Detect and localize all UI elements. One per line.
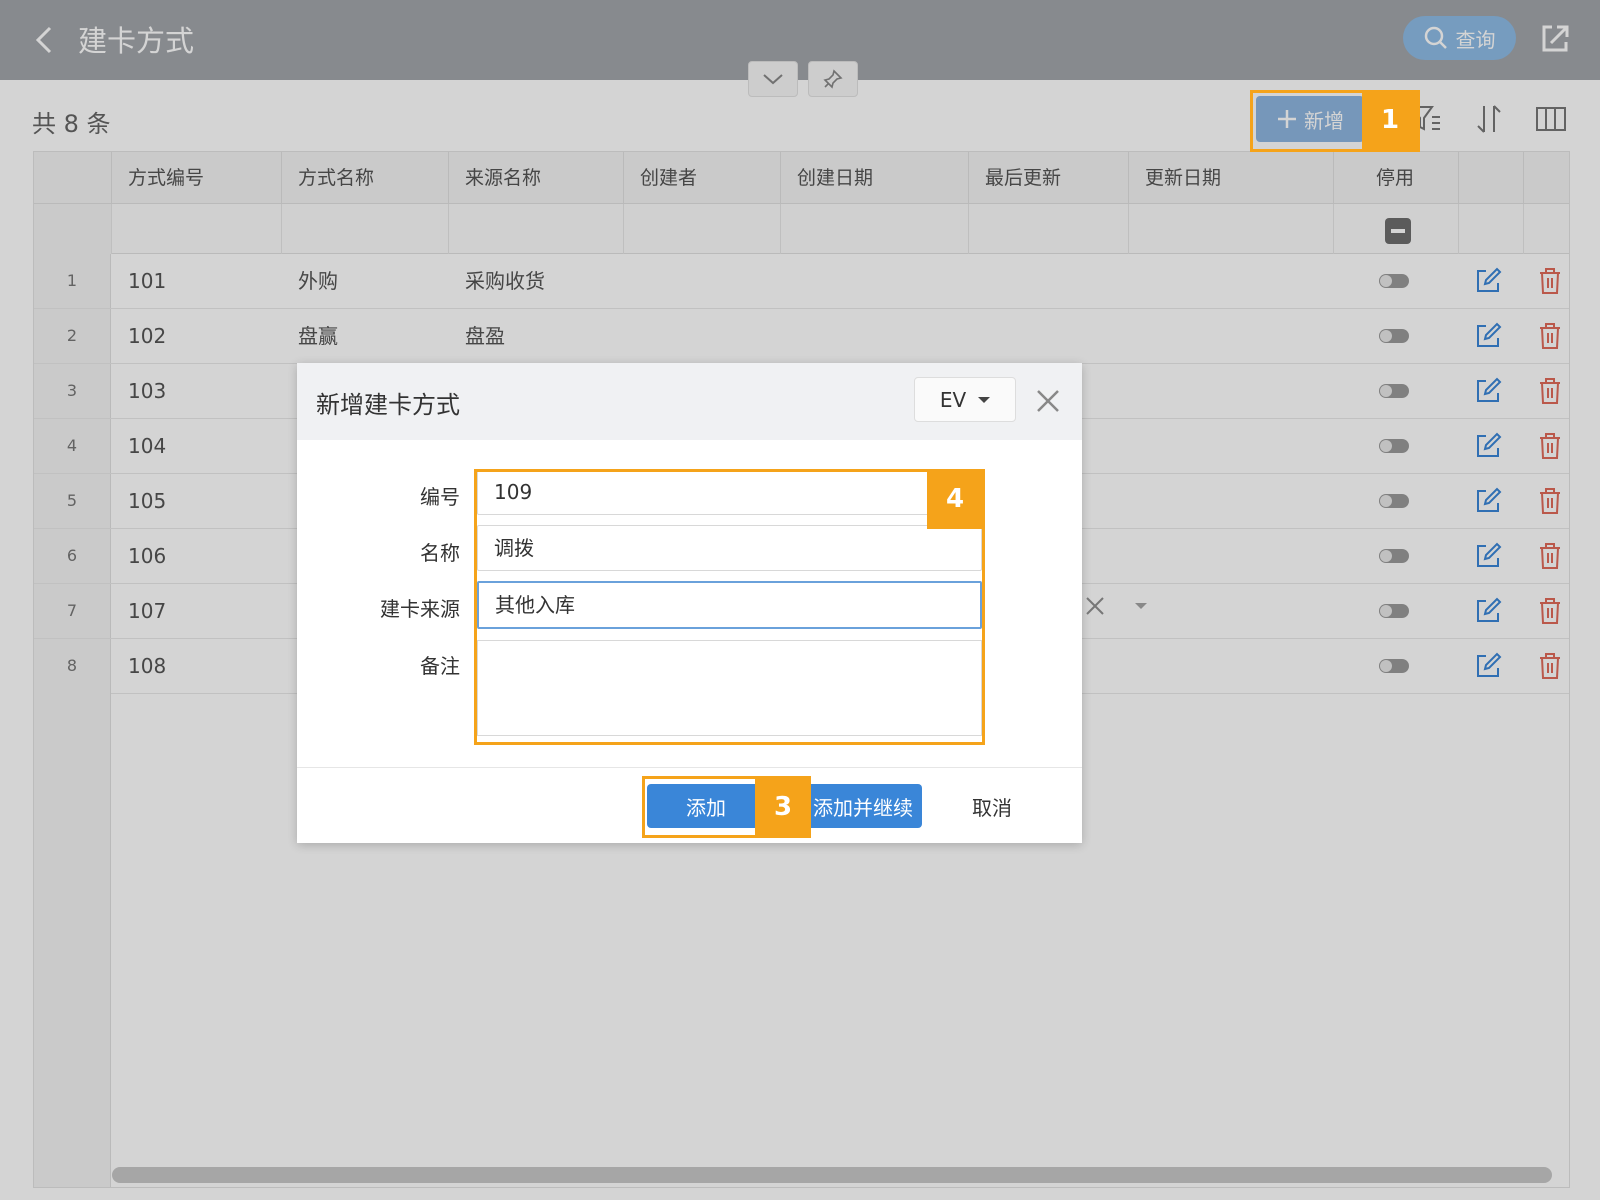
cancel-button[interactable]: 取消 <box>957 784 1027 828</box>
dialog-title: 新增建卡方式 <box>316 391 460 419</box>
highlight-form-fields <box>474 469 985 745</box>
name-label: 名称 <box>420 541 460 565</box>
step-badge-1: 1 <box>1362 90 1418 150</box>
close-icon[interactable] <box>1032 385 1064 417</box>
caret-down-icon <box>978 396 991 403</box>
language-select[interactable]: EV <box>914 377 1016 422</box>
code-label: 编号 <box>420 485 460 509</box>
step-badge-3: 3 <box>755 778 811 836</box>
source-label: 建卡来源 <box>380 597 460 621</box>
clear-icon[interactable] <box>1084 595 1106 617</box>
dropdown-caret-icon[interactable] <box>1135 603 1147 609</box>
dialog-header: 新增建卡方式 EV <box>297 363 1082 440</box>
language-value: EV <box>939 387 967 412</box>
note-label: 备注 <box>420 654 460 678</box>
step-badge-4: 4 <box>927 469 983 529</box>
